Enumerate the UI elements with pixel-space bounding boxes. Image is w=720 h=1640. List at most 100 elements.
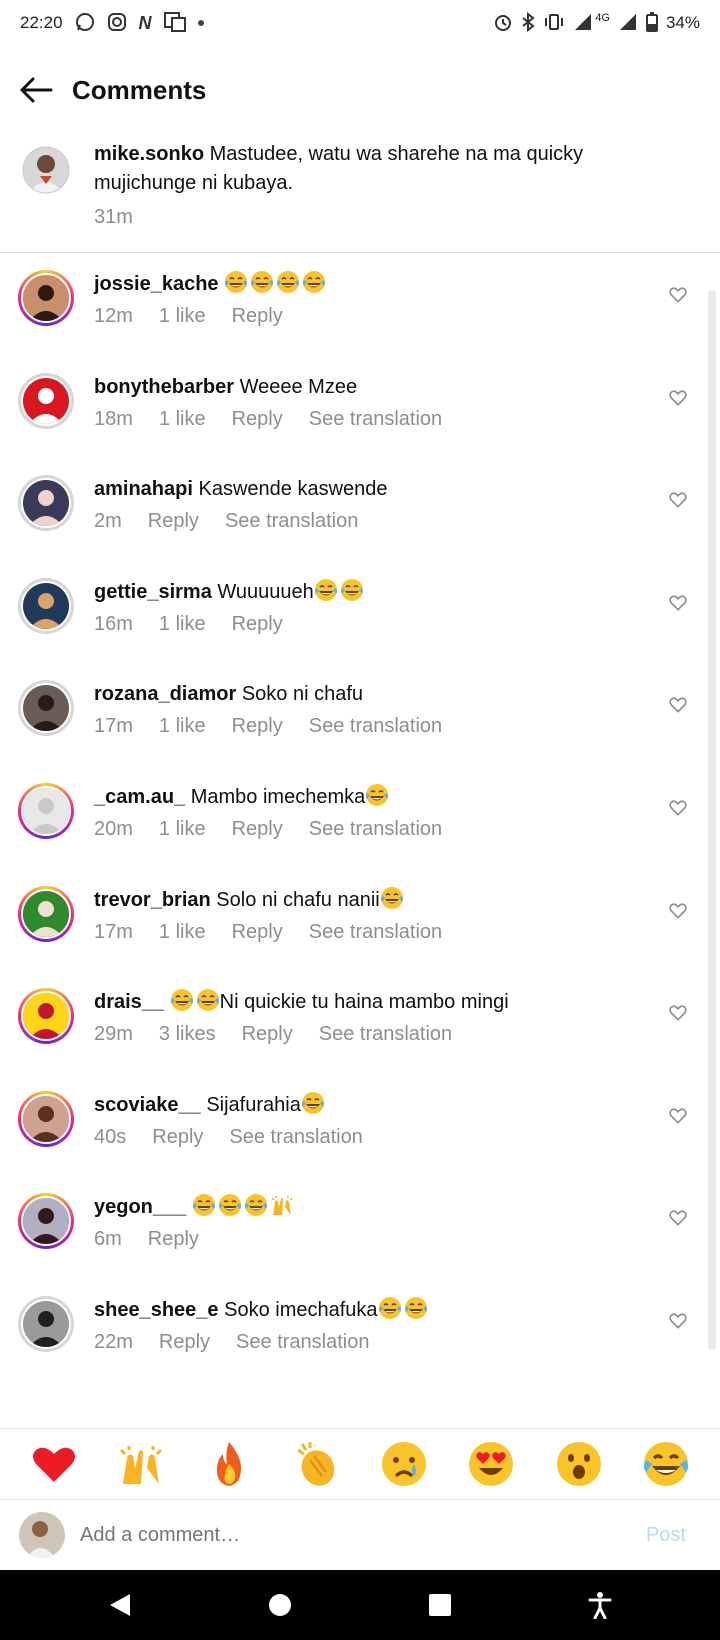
comment-username[interactable]: shee_shee_e bbox=[94, 1299, 219, 1321]
reply-button[interactable]: Reply bbox=[148, 510, 199, 533]
avatar[interactable] bbox=[18, 885, 74, 942]
avatar-image bbox=[21, 888, 71, 939]
avatar[interactable] bbox=[22, 146, 70, 194]
like-button[interactable] bbox=[668, 593, 694, 619]
comment-time: 6m bbox=[94, 1228, 122, 1251]
see-translation-button[interactable]: See translation bbox=[309, 408, 442, 431]
comment-username[interactable]: _cam.au_ bbox=[94, 786, 185, 808]
reply-button[interactable]: Reply bbox=[232, 921, 283, 944]
comment-row: bonythebarber Weeee Mzee 18m 1 like Reply Se… bbox=[0, 356, 700, 463]
avatar[interactable] bbox=[18, 680, 74, 737]
likes-count[interactable]: 1 like bbox=[159, 613, 206, 636]
comment-row: rozana_diamor Soko ni chafu 17m 1 like Repl… bbox=[0, 663, 700, 770]
reaction-red-heart-button[interactable] bbox=[30, 1440, 78, 1488]
caption-username[interactable]: mike.sonko bbox=[94, 143, 204, 165]
post-caption: mike.sonko Mastudee, watu wa sharehe na … bbox=[0, 140, 720, 253]
recents-nav-button[interactable] bbox=[420, 1585, 460, 1625]
see-translation-button[interactable]: See translation bbox=[229, 1126, 362, 1149]
like-button[interactable] bbox=[668, 1003, 694, 1029]
reply-button[interactable]: Reply bbox=[152, 1126, 203, 1149]
like-button[interactable] bbox=[668, 798, 694, 824]
likes-count[interactable]: 1 like bbox=[159, 408, 206, 431]
comment-username[interactable]: yegon___ bbox=[94, 1196, 186, 1218]
avatar[interactable] bbox=[18, 783, 74, 839]
joy-emoji-icon bbox=[170, 989, 193, 1012]
comment-username[interactable]: aminahapi bbox=[94, 478, 193, 500]
heart-outline-icon bbox=[669, 1005, 687, 1022]
avatar-image bbox=[21, 375, 71, 426]
home-nav-button[interactable] bbox=[260, 1585, 300, 1625]
reply-button[interactable]: Reply bbox=[232, 305, 283, 328]
reaction-clapping-hands-button[interactable] bbox=[292, 1440, 340, 1488]
avatar[interactable] bbox=[18, 1090, 74, 1147]
avatar[interactable] bbox=[18, 1296, 74, 1352]
reaction-fire-button[interactable] bbox=[205, 1440, 253, 1488]
fire-emoji-icon bbox=[216, 1442, 241, 1486]
comment-username[interactable]: trevor_brian bbox=[94, 889, 211, 911]
likes-count[interactable]: 1 like bbox=[159, 305, 206, 328]
avatar[interactable] bbox=[18, 372, 74, 429]
likes-count[interactable]: 1 like bbox=[159, 715, 206, 738]
reply-button[interactable]: Reply bbox=[159, 1331, 210, 1354]
comments-list[interactable]: jossie_kache 12m 1 like Reply bonythebarber… bbox=[0, 253, 720, 1423]
like-button[interactable] bbox=[668, 388, 694, 414]
reply-button[interactable]: Reply bbox=[232, 715, 283, 738]
avatar[interactable] bbox=[18, 270, 74, 326]
comment-input[interactable] bbox=[80, 1523, 646, 1547]
reply-button[interactable]: Reply bbox=[232, 408, 283, 431]
avatar[interactable] bbox=[18, 988, 74, 1045]
see-translation-button[interactable]: See translation bbox=[309, 715, 442, 738]
back-nav-button[interactable] bbox=[100, 1585, 140, 1625]
comment-username[interactable]: gettie_sirma bbox=[94, 581, 212, 603]
like-button[interactable] bbox=[668, 490, 694, 516]
avatar[interactable] bbox=[18, 1193, 74, 1250]
reaction-crying-face-button[interactable] bbox=[380, 1440, 428, 1488]
reaction-heart-eyes-button[interactable] bbox=[467, 1440, 515, 1488]
accessibility-button[interactable] bbox=[580, 1585, 620, 1625]
comment-username[interactable]: rozana_diamor bbox=[94, 683, 236, 705]
like-button[interactable] bbox=[668, 1311, 694, 1337]
status-time: 22:20 bbox=[20, 13, 63, 32]
reply-button[interactable]: Reply bbox=[148, 1228, 199, 1251]
reaction-tears-of-joy-button[interactable] bbox=[642, 1440, 690, 1488]
see-translation-button[interactable]: See translation bbox=[236, 1331, 369, 1354]
reply-button[interactable]: Reply bbox=[232, 613, 283, 636]
raised-hands-emoji-icon bbox=[271, 1196, 293, 1216]
comment-body: jossie_kache bbox=[94, 269, 654, 299]
status-bar: 22:20 N 4G 34% bbox=[0, 0, 720, 46]
comment-username[interactable]: jossie_kache bbox=[94, 273, 219, 295]
comment-time: 18m bbox=[94, 407, 133, 430]
avatar-image bbox=[21, 1093, 71, 1144]
avatar[interactable] bbox=[18, 577, 74, 634]
comment-text: Sijafurahia bbox=[206, 1093, 301, 1116]
comment-username[interactable]: scoviake__ bbox=[94, 1094, 201, 1116]
see-translation-button[interactable]: See translation bbox=[309, 921, 442, 944]
like-button[interactable] bbox=[668, 901, 694, 927]
post-button[interactable]: Post bbox=[646, 1524, 686, 1547]
scrollbar[interactable] bbox=[708, 290, 716, 1350]
likes-count[interactable]: 3 likes bbox=[159, 1023, 216, 1046]
like-button[interactable] bbox=[668, 695, 694, 721]
back-button[interactable] bbox=[0, 62, 72, 118]
reply-button[interactable]: Reply bbox=[242, 1023, 293, 1046]
see-translation-button[interactable]: See translation bbox=[225, 510, 358, 533]
likes-count[interactable]: 1 like bbox=[159, 921, 206, 944]
avatar[interactable] bbox=[18, 475, 74, 532]
comment-username[interactable]: drais__ bbox=[94, 991, 164, 1013]
heart-outline-icon bbox=[669, 1210, 687, 1227]
see-translation-button[interactable]: See translation bbox=[319, 1023, 452, 1046]
reaction-raised-hands-button[interactable] bbox=[117, 1440, 165, 1488]
like-button[interactable] bbox=[668, 1106, 694, 1132]
crying-face-emoji-icon bbox=[381, 1442, 426, 1486]
whatsapp-icon bbox=[75, 12, 95, 35]
like-button[interactable] bbox=[668, 285, 694, 311]
likes-count[interactable]: 1 like bbox=[159, 818, 206, 841]
reaction-surprised-face-button[interactable] bbox=[555, 1440, 603, 1488]
comment-text: Wuuuuueh bbox=[217, 580, 314, 603]
reply-button[interactable]: Reply bbox=[232, 818, 283, 841]
comment-username[interactable]: bonythebarber bbox=[94, 376, 234, 398]
like-button[interactable] bbox=[668, 1208, 694, 1234]
see-translation-button[interactable]: See translation bbox=[309, 818, 442, 841]
comment-body: rozana_diamor Soko ni chafu bbox=[94, 679, 654, 709]
comment-text: Weeee Mzee bbox=[239, 375, 358, 398]
